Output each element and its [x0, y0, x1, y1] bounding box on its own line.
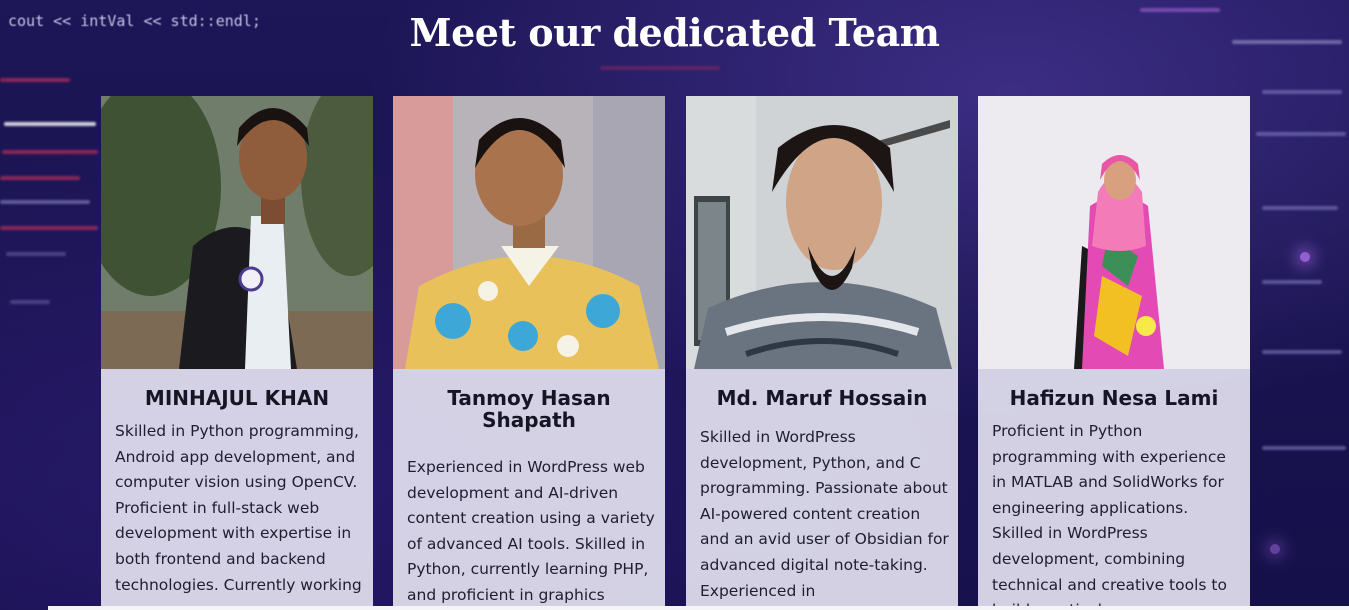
person-portrait-icon [978, 96, 1250, 369]
team-member-name: Md. Maruf Hossain [716, 386, 928, 410]
person-portrait-icon [686, 96, 958, 369]
team-section: cout << intVal << std::endl; Meet our de… [0, 0, 1349, 610]
background-code-bar [600, 66, 720, 70]
team-member-bio: Experienced in WordPress web development… [407, 458, 655, 604]
team-member-bio: Skilled in WordPress development, Python… [700, 428, 949, 600]
background-code-bar [0, 176, 80, 180]
background-code-bar [1262, 446, 1346, 450]
team-card: Hafizun Nesa Lami Proficient in Python p… [978, 96, 1250, 610]
bottom-divider [48, 606, 1349, 610]
team-member-name: Tanmoy Hasan Shapath [447, 386, 611, 432]
team-member-name: Hafizun Nesa Lami [1009, 386, 1219, 410]
team-member-photo [101, 96, 373, 369]
page-title: Meet our dedicated Team [409, 10, 940, 55]
team-member-photo [686, 96, 958, 369]
person-portrait-icon [101, 96, 373, 369]
background-code-bar [10, 300, 50, 304]
person-portrait-icon [393, 96, 665, 369]
background-glow-dot [1270, 544, 1280, 554]
team-card: MINHAJUL KHAN Skilled in Python programm… [101, 96, 373, 610]
background-code-bar [1262, 206, 1338, 210]
background-code-bar [1262, 90, 1342, 94]
team-member-name: MINHAJUL KHAN [144, 386, 330, 410]
background-code-bar [0, 78, 70, 82]
team-member-bio: Skilled in Python programming, Android a… [115, 422, 362, 594]
background-code-bar [1262, 280, 1322, 284]
background-code-bar [0, 200, 90, 204]
team-member-photo [978, 96, 1250, 369]
team-card: Md. Maruf Hossain Skilled in WordPress d… [686, 96, 958, 610]
team-member-photo [393, 96, 665, 369]
background-code-bar [6, 252, 66, 256]
background-code-bar [0, 226, 98, 230]
background-glow-dot [1300, 252, 1310, 262]
background-code-bar [4, 122, 96, 126]
team-card: Tanmoy Hasan Shapath Experienced in Word… [393, 96, 665, 610]
background-code-bar [1262, 350, 1342, 354]
background-code-bar [2, 150, 98, 154]
team-member-bio: Proficient in Python programming with ex… [992, 422, 1227, 610]
background-code-bar [1256, 132, 1346, 136]
